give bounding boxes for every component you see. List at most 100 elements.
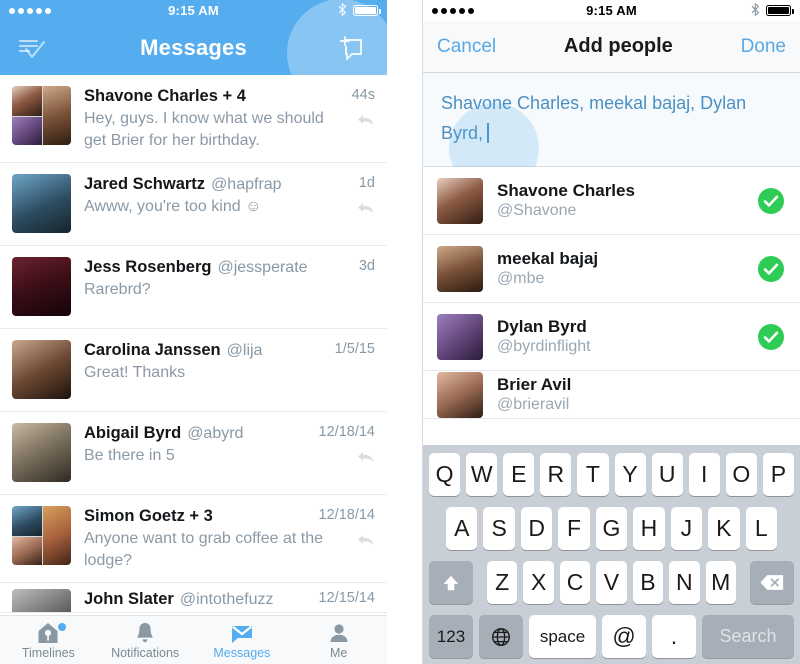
list-check-icon[interactable] <box>17 34 47 62</box>
table-row[interactable]: Simon Goetz + 3 Anyone want to grab coff… <box>0 495 387 583</box>
key-i[interactable]: I <box>688 453 720 496</box>
reply-arrow-icon[interactable] <box>357 533 375 547</box>
bell-icon <box>132 621 158 645</box>
key-v[interactable]: V <box>596 561 627 604</box>
table-row[interactable]: Jared Schwartz @hapfrap Awww, you're too… <box>0 163 387 246</box>
page-title: Messages <box>140 35 247 60</box>
cancel-button[interactable]: Cancel <box>437 36 496 58</box>
space-key[interactable]: space <box>529 615 596 658</box>
tab-label: Me <box>329 645 348 660</box>
tab-messages[interactable]: Messages <box>194 616 291 664</box>
globe-icon[interactable] <box>479 615 523 658</box>
envelope-icon <box>229 621 255 645</box>
key-y[interactable]: Y <box>614 453 646 496</box>
conversation-preview: Anyone want to grab coffee at the lodge? <box>84 530 323 570</box>
key-o[interactable]: O <box>725 453 757 496</box>
on-screen-keyboard[interactable]: Q W E R T Y U I O P A S D F G H J K L Z … <box>423 445 800 664</box>
shift-arrow-icon[interactable] <box>429 561 473 604</box>
table-row[interactable]: Abigail Byrd @abyrd Be there in 5 12/18/… <box>0 412 387 495</box>
backspace-icon[interactable] <box>750 561 794 604</box>
check-icon[interactable] <box>758 323 784 350</box>
tab-me[interactable]: Me <box>290 616 387 664</box>
avatar <box>12 86 71 145</box>
tab-label: Notifications <box>111 645 180 660</box>
at-key[interactable]: @ <box>602 615 646 658</box>
key-f[interactable]: F <box>558 507 590 550</box>
bottom-tab-bar[interactable]: Timelines Notifications Messages Me <box>0 615 387 664</box>
conversation-handle: @hapfrap <box>211 176 282 193</box>
key-t[interactable]: T <box>577 453 609 496</box>
key-k[interactable]: K <box>708 507 740 550</box>
list-item[interactable]: Shavone Charles @Shavone <box>423 167 800 236</box>
period-key[interactable]: . <box>652 615 696 658</box>
key-x[interactable]: X <box>523 561 554 604</box>
check-icon[interactable] <box>758 255 784 282</box>
conversation-name: Carolina Janssen <box>84 341 221 359</box>
conversation-list[interactable]: Shavone Charles + 4 Hey, guys. I know wh… <box>0 75 387 613</box>
table-row[interactable]: Shavone Charles + 4 Hey, guys. I know wh… <box>0 75 387 163</box>
reply-arrow-icon[interactable] <box>357 450 375 464</box>
avatar <box>437 313 483 360</box>
key-j[interactable]: J <box>670 507 703 550</box>
conversation-time: 12/15/14 <box>318 590 375 606</box>
key-u[interactable]: U <box>651 453 683 496</box>
reply-arrow-icon[interactable] <box>357 113 375 127</box>
tab-label: Messages <box>213 645 271 660</box>
recipients-input[interactable]: Shavone Charles, meekal bajaj, Dylan Byr… <box>423 73 800 193</box>
key-w[interactable]: W <box>466 453 498 496</box>
key-n[interactable]: N <box>669 561 700 604</box>
key-b[interactable]: B <box>632 561 664 604</box>
table-row[interactable]: Carolina Janssen @lija Great! Thanks 1/5… <box>0 329 387 412</box>
keyboard-row-3: Z X C V B N M <box>426 561 797 604</box>
tab-timelines[interactable]: Timelines <box>0 616 97 664</box>
person-handle: @brieravil <box>497 396 570 414</box>
status-bar-time: 9:15 AM <box>168 3 219 18</box>
avatar <box>437 177 483 224</box>
timelines-badge <box>58 623 67 631</box>
avatar <box>12 423 71 482</box>
reply-arrow-icon[interactable] <box>357 201 375 215</box>
conversation-preview: Great! Thanks <box>84 364 186 381</box>
done-button[interactable]: Done <box>741 36 786 58</box>
key-d[interactable]: D <box>520 507 553 550</box>
conversation-name: Shavone Charles + 4 <box>84 87 246 105</box>
key-e[interactable]: E <box>503 453 535 496</box>
navbar-messages: Messages <box>0 0 387 107</box>
key-s[interactable]: S <box>483 507 515 550</box>
navbar-add-people: Cancel Add people Done <box>423 21 800 73</box>
battery-icon <box>766 5 794 16</box>
status-bar-right: 9:15 AM <box>423 0 800 21</box>
check-icon[interactable] <box>758 187 784 214</box>
numbers-key[interactable]: 123 <box>429 615 473 658</box>
keyboard-row-4: 123 space @ . Search <box>426 615 797 658</box>
key-c[interactable]: C <box>559 561 591 604</box>
compose-message-icon[interactable] <box>335 33 367 63</box>
bluetooth-icon <box>751 2 760 18</box>
person-icon <box>326 621 352 645</box>
person-handle: @Shavone <box>497 202 577 220</box>
key-l[interactable]: L <box>745 507 777 550</box>
key-m[interactable]: M <box>705 561 736 604</box>
list-item[interactable]: Dylan Byrd @byrdinflight <box>423 303 800 372</box>
list-item[interactable]: Brier Avil @brieravil <box>423 371 800 420</box>
conversation-name: Jared Schwartz <box>84 175 206 193</box>
key-p[interactable]: P <box>762 453 794 496</box>
people-list[interactable]: Shavone Charles @Shavone meekal bajaj @m… <box>423 167 800 420</box>
table-row[interactable]: John Slater @intothefuzz 12/15/14 <box>0 583 387 613</box>
conversation-time: 12/18/14 <box>318 424 375 440</box>
list-item[interactable]: meekal bajaj @mbe <box>423 235 800 304</box>
key-q[interactable]: Q <box>429 453 461 496</box>
search-key[interactable]: Search <box>702 615 794 658</box>
key-g[interactable]: G <box>595 507 628 550</box>
bluetooth-icon <box>338 2 347 18</box>
avatar <box>12 589 71 612</box>
keyboard-row-1: Q W E R T Y U I O P <box>426 453 797 496</box>
key-h[interactable]: H <box>633 507 665 550</box>
conversation-name: Abigail Byrd <box>84 424 182 442</box>
conversation-time: 12/18/14 <box>318 507 375 523</box>
key-z[interactable]: Z <box>487 561 518 604</box>
tab-notifications[interactable]: Notifications <box>97 616 194 664</box>
key-a[interactable]: A <box>446 507 478 550</box>
table-row[interactable]: Jess Rosenberg @jessperate Rarebrd? 3d <box>0 246 387 329</box>
key-r[interactable]: R <box>540 453 572 496</box>
